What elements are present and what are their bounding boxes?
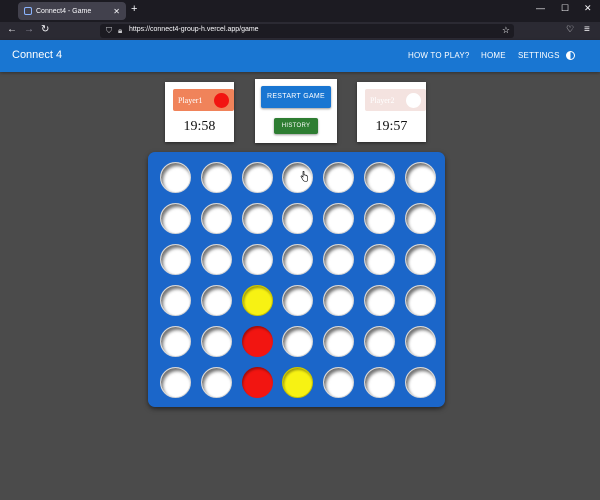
empty-slot[interactable]: [200, 244, 232, 275]
nav-home[interactable]: HOME: [481, 51, 506, 60]
theme-toggle-icon[interactable]: [566, 51, 575, 60]
red-disc[interactable]: [241, 326, 273, 357]
empty-slot[interactable]: [404, 285, 436, 316]
player2-chip: Player2: [365, 89, 426, 111]
empty-slot[interactable]: [160, 367, 191, 398]
empty-slot[interactable]: [200, 285, 232, 316]
player1-disc: [214, 92, 229, 108]
hand-cursor-icon: [300, 171, 308, 182]
empty-slot[interactable]: [160, 203, 191, 234]
empty-slot[interactable]: [404, 326, 436, 357]
empty-slot[interactable]: [364, 162, 395, 193]
player1-card: Player1 19:58: [165, 82, 234, 142]
browser-tab-bar: Connect4 - Game ✕ + — ☐ ✕: [0, 0, 600, 22]
empty-slot[interactable]: [241, 162, 273, 193]
player1-chip: Player1: [173, 89, 234, 111]
empty-slot[interactable]: [404, 244, 436, 275]
browser-nav-bar: ← → ↻ ⛉ 🔒︎ https://connect4-group-h.verc…: [0, 22, 600, 40]
maximize-icon[interactable]: ☐: [561, 3, 569, 14]
empty-slot[interactable]: [323, 326, 355, 357]
empty-slot[interactable]: [323, 244, 355, 275]
empty-slot[interactable]: [241, 244, 273, 275]
empty-slot[interactable]: [282, 326, 314, 357]
favicon-icon: [24, 7, 32, 15]
lock-icon[interactable]: 🔒︎: [118, 26, 122, 36]
controls-card: RESTART GAME HISTORY: [255, 79, 337, 143]
empty-slot[interactable]: [364, 203, 395, 234]
history-button[interactable]: HISTORY: [274, 118, 318, 134]
menu-icon[interactable]: ≡: [584, 24, 590, 35]
yellow-disc[interactable]: [241, 285, 273, 316]
minimize-icon[interactable]: —: [536, 3, 545, 13]
empty-slot[interactable]: [282, 162, 314, 193]
yellow-disc[interactable]: [282, 367, 314, 398]
tab-close-icon[interactable]: ✕: [113, 7, 120, 16]
player1-label: Player1: [178, 95, 203, 105]
forward-icon[interactable]: →: [24, 24, 34, 35]
player1-timer: 19:58: [183, 119, 216, 134]
nav-how-to-play[interactable]: HOW TO PLAY?: [408, 51, 470, 60]
empty-slot[interactable]: [323, 285, 355, 316]
empty-slot[interactable]: [323, 203, 355, 234]
pocket-icon[interactable]: ♡: [566, 24, 574, 35]
empty-slot[interactable]: [404, 162, 436, 193]
app-title[interactable]: Connect 4: [12, 49, 62, 61]
empty-slot[interactable]: [200, 326, 232, 357]
player2-label: Player2: [370, 95, 395, 105]
restart-game-button[interactable]: RESTART GAME: [261, 86, 331, 108]
new-tab-icon[interactable]: +: [131, 3, 137, 15]
empty-slot[interactable]: [323, 162, 355, 193]
shield-icon[interactable]: ⛉: [106, 26, 112, 36]
reload-icon[interactable]: ↻: [41, 24, 49, 35]
player2-disc: [406, 92, 421, 108]
empty-slot[interactable]: [404, 367, 436, 398]
back-icon[interactable]: ←: [7, 24, 17, 35]
empty-slot[interactable]: [160, 285, 191, 316]
empty-slot[interactable]: [364, 326, 395, 357]
empty-slot[interactable]: [200, 367, 232, 398]
nav-settings[interactable]: SETTINGS: [518, 51, 560, 60]
empty-slot[interactable]: [200, 162, 232, 193]
empty-slot[interactable]: [282, 244, 314, 275]
game-board[interactable]: [148, 152, 445, 407]
window-close-icon[interactable]: ✕: [584, 3, 592, 14]
bookmark-star-icon[interactable]: ☆: [502, 25, 510, 36]
empty-slot[interactable]: [404, 203, 436, 234]
empty-slot[interactable]: [282, 203, 314, 234]
empty-slot[interactable]: [200, 203, 232, 234]
empty-slot[interactable]: [364, 285, 395, 316]
empty-slot[interactable]: [364, 244, 395, 275]
url-bar[interactable]: ⛉ 🔒︎ https://connect4-group-h.vercel.app…: [100, 24, 514, 38]
empty-slot[interactable]: [160, 326, 191, 357]
app-bar: Connect 4 HOW TO PLAY? HOME SETTINGS: [0, 40, 600, 72]
empty-slot[interactable]: [160, 244, 191, 275]
browser-tab[interactable]: Connect4 - Game ✕: [18, 2, 126, 20]
empty-slot[interactable]: [364, 367, 395, 398]
red-disc[interactable]: [241, 367, 273, 398]
url-text[interactable]: https://connect4-group-h.vercel.app/game: [129, 26, 259, 33]
empty-slot[interactable]: [323, 367, 355, 398]
empty-slot[interactable]: [282, 285, 314, 316]
tab-title: Connect4 - Game: [36, 7, 92, 15]
player2-timer: 19:57: [375, 119, 408, 134]
empty-slot[interactable]: [160, 162, 191, 193]
empty-slot[interactable]: [241, 203, 273, 234]
player2-card: Player2 19:57: [357, 82, 426, 142]
